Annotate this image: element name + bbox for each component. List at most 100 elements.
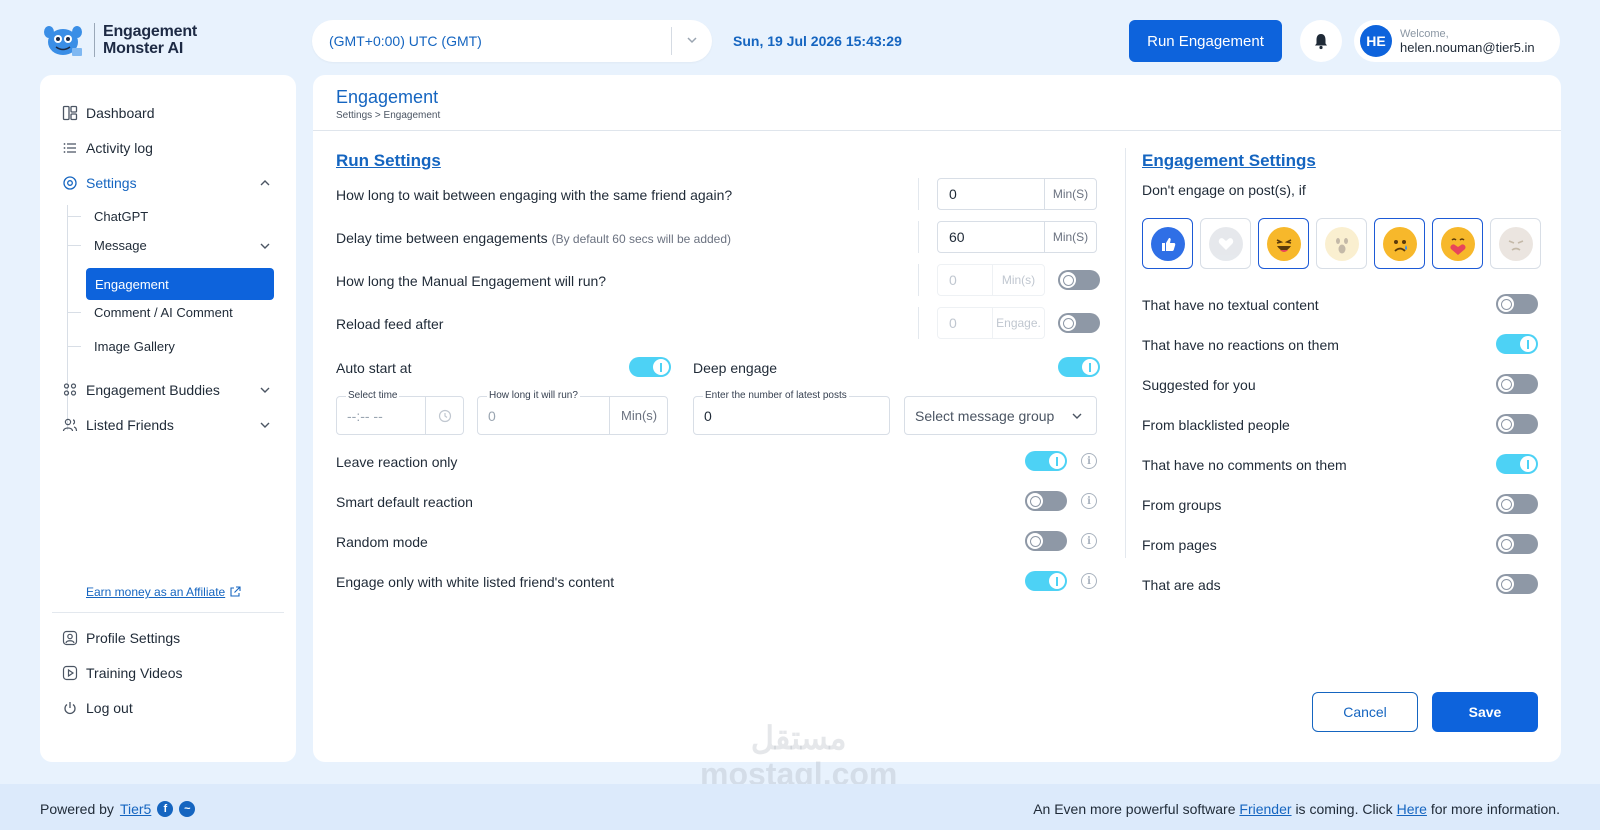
submenu-tick: [67, 312, 81, 313]
footer: Powered by Tier5 f ~ An Even more powerf…: [0, 784, 1600, 830]
dashboard-icon: [62, 105, 78, 121]
sidebar-item-engagement-buddies[interactable]: Engagement Buddies: [62, 382, 220, 398]
reaction-care[interactable]: [1432, 218, 1483, 269]
select-time-field[interactable]: Select time --:-- --: [336, 390, 464, 435]
leave-reaction-toggle[interactable]: [1025, 451, 1067, 471]
cancel-button[interactable]: Cancel: [1312, 692, 1418, 732]
message-group-select[interactable]: Select message group: [904, 396, 1097, 435]
manual-run-input[interactable]: 0 Min(s): [937, 264, 1045, 296]
sidebar-divider: [52, 612, 284, 613]
chevron-down-icon: [1072, 413, 1082, 419]
info-icon[interactable]: i: [1081, 533, 1097, 549]
delay-input[interactable]: 60 Min(S): [937, 221, 1097, 253]
info-icon[interactable]: i: [1081, 493, 1097, 509]
wait-input[interactable]: 0 Min(S): [937, 178, 1097, 210]
column-divider: [1125, 148, 1126, 558]
submenu-tick: [67, 216, 81, 217]
random-mode-label: Random mode: [336, 534, 428, 550]
row-divider: [918, 221, 919, 253]
toggle-knob: [1498, 576, 1514, 592]
reaction-love[interactable]: [1200, 218, 1251, 269]
smart-reaction-toggle[interactable]: [1025, 491, 1067, 511]
whitelist-toggle[interactable]: [1025, 571, 1067, 591]
sidebar-subitem-chatgpt[interactable]: ChatGPT: [94, 209, 148, 224]
sidebar-item-settings[interactable]: Settings: [62, 175, 137, 191]
bell-icon: [1315, 34, 1327, 50]
sidebar-item-label: Log out: [86, 700, 133, 716]
auto-start-toggle[interactable]: [629, 357, 671, 377]
no-reactions-toggle[interactable]: [1496, 334, 1538, 354]
video-icon: [62, 665, 78, 681]
notifications-button[interactable]: [1300, 20, 1342, 62]
manual-run-toggle[interactable]: [1058, 270, 1100, 290]
suggested-toggle[interactable]: [1496, 374, 1538, 394]
list-icon: [63, 143, 76, 153]
user-menu[interactable]: HE Welcome, helen.nouman@tier5.in: [1354, 20, 1560, 62]
timezone-select[interactable]: (GMT+0:00) UTC (GMT): [312, 20, 712, 62]
info-icon[interactable]: i: [1081, 453, 1097, 469]
groups-toggle[interactable]: [1496, 494, 1538, 514]
chevron-up-icon[interactable]: [258, 176, 272, 190]
sidebar-subitem-message[interactable]: Message: [94, 238, 147, 253]
manual-run-label: How long the Manual Engagement will run?: [336, 273, 607, 289]
header-divider: [313, 130, 1561, 131]
breadcrumb: Settings > Engagement: [336, 110, 441, 121]
app-name-line2: Monster AI: [103, 40, 184, 57]
run-engagement-button[interactable]: Run Engagement: [1129, 20, 1282, 62]
sidebar-item-dashboard[interactable]: Dashboard: [62, 105, 155, 121]
chevron-down-icon[interactable]: [258, 239, 272, 253]
care-face-icon: [1440, 226, 1475, 261]
reaction-haha[interactable]: [1258, 218, 1309, 269]
sidebar-subitem-engagement[interactable]: Engagement: [86, 268, 274, 300]
latest-posts-label: Enter the number of latest posts: [703, 390, 849, 401]
messenger-icon[interactable]: ~: [179, 801, 196, 817]
chevron-down-icon[interactable]: [258, 383, 272, 397]
reaction-like[interactable]: [1142, 218, 1193, 269]
info-icon[interactable]: i: [1081, 573, 1097, 589]
reaction-picker: [1142, 218, 1541, 269]
no-comments-toggle[interactable]: [1496, 454, 1538, 474]
no-text-toggle[interactable]: [1496, 294, 1538, 314]
deep-engage-toggle[interactable]: [1058, 357, 1100, 377]
tier5-link[interactable]: Tier5: [120, 801, 151, 817]
clock-icon[interactable]: [438, 409, 452, 423]
sidebar-item-log-out[interactable]: Log out: [62, 700, 133, 716]
chevron-down-icon[interactable]: [258, 418, 272, 432]
blacklisted-toggle[interactable]: [1496, 414, 1538, 434]
sidebar-subitem-image-gallery[interactable]: Image Gallery: [94, 339, 175, 354]
user-email: helen.nouman@tier5.in: [1400, 39, 1535, 55]
save-button[interactable]: Save: [1432, 692, 1538, 732]
avatar: HE: [1360, 25, 1392, 57]
powered-by: Powered by Tier5 f ~: [40, 801, 196, 817]
external-link-icon: [230, 586, 241, 597]
toggle-knob: [1027, 533, 1043, 549]
toggle-knob: [1498, 376, 1514, 392]
affiliate-link[interactable]: Earn money as an Affiliate: [86, 585, 241, 599]
ads-toggle[interactable]: [1496, 574, 1538, 594]
run-length-field[interactable]: How long it will run? 0 Min(s): [477, 390, 668, 435]
sidebar-item-training-videos[interactable]: Training Videos: [62, 665, 183, 681]
facebook-icon[interactable]: f: [157, 801, 174, 817]
friender-link[interactable]: Friender: [1239, 801, 1291, 817]
sidebar-item-profile-settings[interactable]: Profile Settings: [62, 630, 180, 646]
power-icon: [64, 702, 76, 715]
here-link[interactable]: Here: [1397, 801, 1427, 817]
pages-toggle[interactable]: [1496, 534, 1538, 554]
chevron-down-icon[interactable]: [672, 34, 712, 49]
random-mode-toggle[interactable]: [1025, 531, 1067, 551]
sidebar-item-activity-log[interactable]: Activity log: [62, 140, 153, 156]
toggle-knob: [1027, 493, 1043, 509]
app-logo[interactable]: Engagement Monster AI: [40, 22, 197, 58]
delay-label: Delay time between engagements (By defau…: [336, 230, 731, 246]
reload-feed-input[interactable]: 0 Engage.: [937, 307, 1045, 339]
sidebar-subitem-comment[interactable]: Comment / AI Comment: [94, 305, 233, 320]
wait-value: 0: [949, 186, 957, 202]
reload-feed-unit: Engage.: [992, 308, 1044, 338]
surprised-face-icon: [1324, 226, 1359, 261]
sidebar-item-listed-friends[interactable]: Listed Friends: [62, 417, 174, 433]
reaction-angry[interactable]: [1490, 218, 1541, 269]
reaction-wow[interactable]: [1316, 218, 1367, 269]
reload-feed-toggle[interactable]: [1058, 313, 1100, 333]
latest-posts-field[interactable]: Enter the number of latest posts 0: [693, 390, 890, 435]
reaction-sad[interactable]: [1374, 218, 1425, 269]
